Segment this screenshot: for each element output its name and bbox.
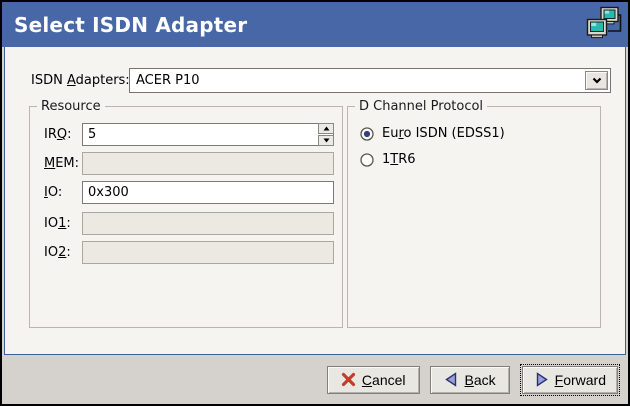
radio-unselected-icon bbox=[360, 153, 374, 167]
cancel-button-label: Cancel bbox=[362, 372, 406, 388]
spinner-down-button[interactable] bbox=[318, 135, 334, 146]
io2-input bbox=[82, 241, 334, 264]
back-button-label: Back bbox=[465, 372, 496, 388]
spinner-up-icon bbox=[323, 126, 330, 131]
radio-euro-isdn-label: Euro ISDN (EDSS1) bbox=[382, 126, 505, 141]
radio-1tr6[interactable]: 1TR6 bbox=[360, 151, 416, 168]
combobox-dropdown-button[interactable] bbox=[585, 71, 608, 90]
dialog-button-bar: Cancel Back Forward bbox=[2, 355, 628, 404]
irq-label: IRQ: bbox=[44, 123, 72, 146]
resource-group-title: Resource bbox=[37, 98, 105, 115]
spinner-up-button[interactable] bbox=[318, 123, 334, 134]
io-label: IO: bbox=[44, 181, 62, 204]
isdn-adapter-selected-value: ACER P10 bbox=[136, 69, 200, 92]
forward-button-label: Forward bbox=[555, 372, 606, 388]
d-channel-group-title: D Channel Protocol bbox=[355, 98, 487, 115]
network-computers-icon bbox=[585, 6, 623, 43]
mem-label: MEM: bbox=[44, 152, 79, 175]
io1-input bbox=[82, 212, 334, 235]
cancel-button[interactable]: Cancel bbox=[327, 366, 420, 394]
forward-arrow-icon bbox=[534, 372, 549, 387]
d-channel-protocol-group: D Channel Protocol Euro ISDN (EDSS1) 1TR… bbox=[347, 106, 601, 328]
io-input[interactable] bbox=[82, 181, 334, 204]
cancel-x-icon bbox=[341, 372, 356, 387]
isdn-adapters-label: ISDN Adapters: bbox=[31, 68, 130, 93]
back-button[interactable]: Back bbox=[430, 366, 510, 394]
io2-label: IO2: bbox=[44, 241, 71, 264]
irq-input[interactable] bbox=[82, 123, 334, 146]
dialog-title: Select ISDN Adapter bbox=[14, 13, 247, 37]
forward-button[interactable]: Forward bbox=[520, 364, 620, 396]
radio-euro-isdn[interactable]: Euro ISDN (EDSS1) bbox=[360, 125, 505, 142]
dialog-select-isdn-adapter: Select ISDN Adapter ISDN Adapters: ACER … bbox=[0, 0, 630, 406]
mem-input bbox=[82, 152, 334, 175]
dialog-header: Select ISDN Adapter bbox=[2, 2, 628, 47]
back-arrow-icon bbox=[444, 372, 459, 387]
wizard-page: ISDN Adapters: ACER P10 Resource IRQ: ME… bbox=[4, 47, 626, 355]
isdn-adapter-combobox[interactable]: ACER P10 bbox=[129, 68, 611, 93]
chevron-down-icon bbox=[592, 77, 602, 84]
io1-label: IO1: bbox=[44, 212, 71, 235]
resource-group: Resource IRQ: MEM: IO: IO1: IO2: bbox=[29, 106, 343, 328]
spinner-down-icon bbox=[323, 138, 330, 143]
radio-selected-icon bbox=[360, 127, 374, 141]
irq-spinner bbox=[318, 123, 334, 146]
radio-1tr6-label: 1TR6 bbox=[382, 152, 416, 167]
